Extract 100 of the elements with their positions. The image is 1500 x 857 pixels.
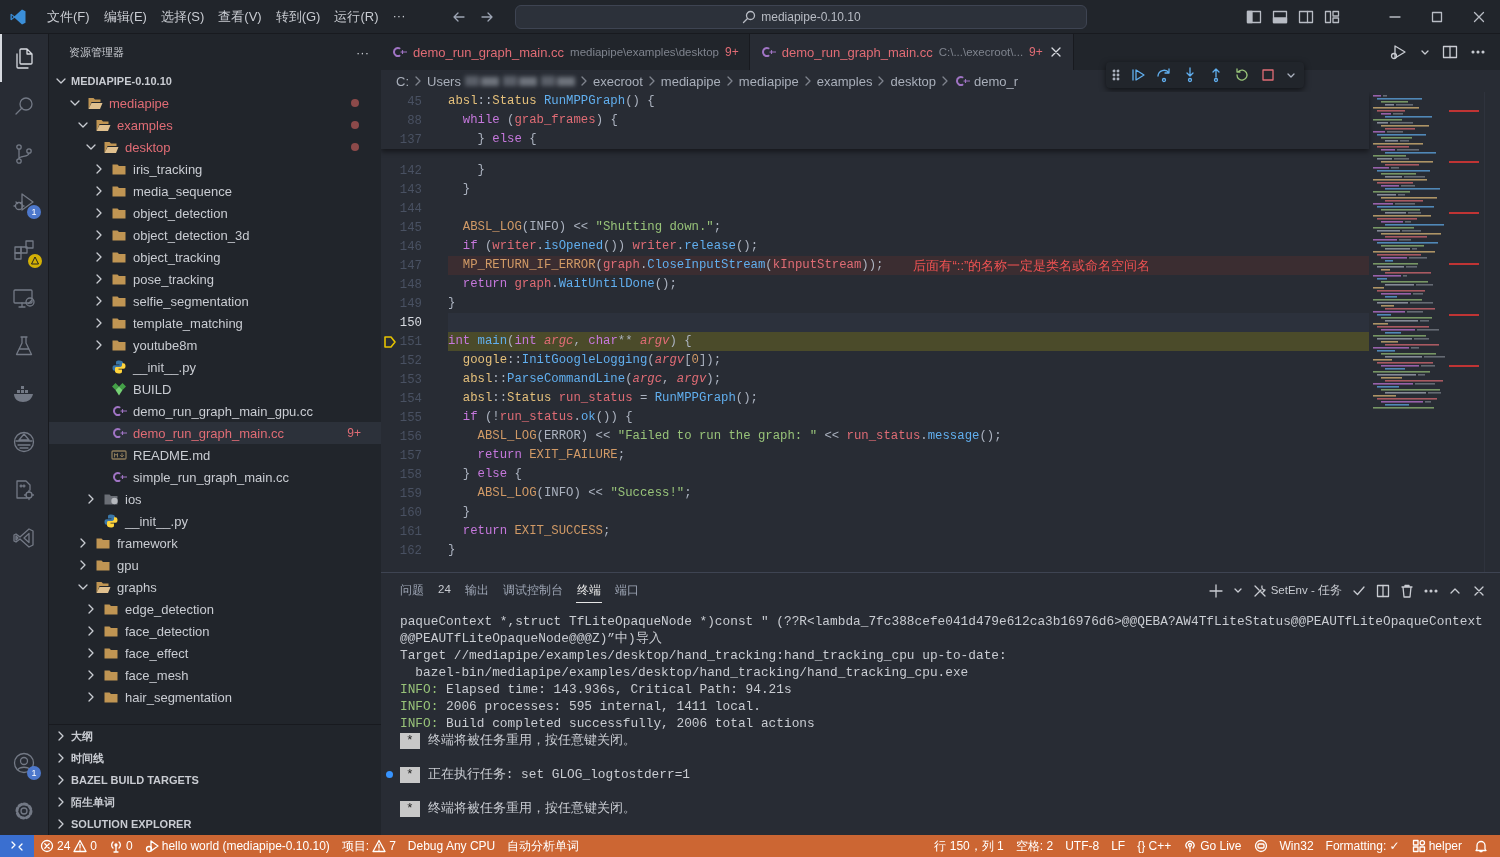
folder-item[interactable]: examples (49, 114, 381, 136)
folder-item[interactable]: ios (49, 488, 381, 510)
status-item[interactable]: LF (1105, 835, 1132, 857)
section-header[interactable]: BAZEL BUILD TARGETS (49, 769, 381, 791)
cpp-file-icon (111, 469, 127, 485)
folder-item[interactable]: object_detection_3d (49, 224, 381, 246)
project-status[interactable]: 项目: 7 (335, 835, 402, 857)
breadcrumb-item[interactable]: mediapipe (738, 73, 799, 89)
run-debug-icon[interactable] (1390, 44, 1408, 60)
terminal-line: 终端将被任务重用，按任意键关闭。 (427, 800, 636, 817)
menu-item[interactable]: 转到(G) (269, 3, 327, 30)
cpp-file-icon (111, 425, 127, 441)
folder-item[interactable]: face_effect (49, 642, 381, 664)
account-status[interactable]: helper (1405, 835, 1468, 857)
split-layout-icon[interactable] (1298, 8, 1314, 25)
folder-item[interactable]: template_matching (49, 312, 381, 334)
split-terminal-icon[interactable] (1376, 583, 1390, 598)
more-actions-button[interactable]: ··· (356, 44, 369, 60)
file-item[interactable]: demo_run_graph_main.cc 9+ (49, 422, 381, 444)
section-header[interactable]: 时间线 (49, 747, 381, 769)
editor-tab[interactable]: demo_run_graph_main.cc C:\...\execroot\... 9+ (749, 34, 1074, 70)
problems-status[interactable]: 24 0 (34, 835, 104, 857)
terminal-line: INFO: Build completed successfully, 2006 total actions (400, 715, 815, 732)
debug-launch-status[interactable]: hello world (mediapipe-0.10.10) (138, 835, 336, 857)
section-header[interactable]: SOLUTION EXPLORER (49, 813, 381, 835)
command-search-field[interactable]: mediapipe-0.10.10 (515, 4, 1088, 29)
folder-item[interactable]: face_mesh (49, 664, 381, 686)
terminal-selector[interactable]: SetEnv - 任务 (1252, 583, 1342, 598)
menu-item[interactable]: ··· (386, 3, 412, 30)
folder-item[interactable]: gpu (49, 554, 381, 576)
step-over-icon[interactable] (1156, 67, 1172, 83)
status-item[interactable]: 空格: 2 (1009, 835, 1060, 857)
folder-item[interactable]: object_detection (49, 202, 381, 224)
folder-item[interactable]: face_detection (49, 620, 381, 642)
breadcrumb-item[interactable]: C: (396, 73, 409, 89)
file-item[interactable]: demo_run_graph_main_gpu.cc (49, 400, 381, 422)
go-live-status[interactable]: Go Live (1177, 835, 1248, 857)
panel-tab[interactable]: 终端 (575, 578, 602, 603)
status-item[interactable]: 自动分析单词 (501, 835, 586, 857)
code-line: } (461, 181, 471, 198)
folder-item[interactable]: selfie_segmentation (49, 290, 381, 312)
stop-icon[interactable] (1260, 67, 1276, 83)
menu-item[interactable]: 查看(V) (212, 3, 268, 30)
layout-grid-icon[interactable] (1324, 8, 1340, 25)
breadcrumb-item[interactable]: examples (816, 73, 873, 89)
panel-tab[interactable]: 端口 (613, 578, 640, 603)
menu-item[interactable]: 文件(F) (41, 3, 96, 30)
folder-item[interactable]: edge_detection (49, 598, 381, 620)
panel-tab[interactable]: 问题 24 (399, 578, 452, 603)
folder-item[interactable]: graphs (49, 576, 381, 598)
close-icon[interactable] (1473, 10, 1485, 23)
status-item[interactable]: {} C++ (1131, 835, 1178, 857)
menu-item[interactable]: 选择(S) (154, 3, 211, 30)
maximize-icon[interactable] (1431, 10, 1443, 23)
folder-item[interactable]: object_tracking (49, 246, 381, 268)
continue-icon[interactable] (1130, 67, 1146, 83)
file-item[interactable]: __init__.py (49, 510, 381, 532)
breadcrumb-item[interactable]: mediapipe (660, 73, 721, 89)
sidebar-toggle-icon[interactable] (1246, 8, 1262, 25)
file-item[interactable]: BUILD (49, 378, 381, 400)
ports-status[interactable]: 0 (103, 835, 139, 857)
panel-tab[interactable]: 调试控制台 (501, 578, 564, 603)
workspace-header[interactable]: MEDIAPIPE-0.10.10 (49, 70, 381, 92)
section-header[interactable]: 陌生单词 (49, 791, 381, 813)
file-item[interactable]: simple_run_graph_main.cc (49, 466, 381, 488)
folder-item[interactable]: desktop (49, 136, 381, 158)
breadcrumb-item[interactable]: demo_r (974, 73, 1019, 89)
blurred-block (540, 74, 575, 88)
restart-icon[interactable] (1234, 67, 1250, 83)
plus-icon[interactable] (1208, 583, 1223, 598)
activity-button[interactable]: 1 (0, 178, 48, 226)
activity-button[interactable]: 1 (0, 739, 48, 787)
cpp-file-icon (391, 44, 407, 60)
folder-item[interactable]: iris_tracking (49, 158, 381, 180)
folder-item[interactable]: mediapipe (49, 92, 381, 114)
split-editor-icon[interactable] (1442, 44, 1458, 60)
folder-item[interactable]: media_sequence (49, 180, 381, 202)
count-badge: 1 (27, 766, 41, 780)
menu-item[interactable]: 运行(R) (328, 3, 385, 30)
status-item[interactable]: UTF-8 (1059, 835, 1106, 857)
grid-person-icon (1411, 839, 1426, 853)
breadcrumb-item[interactable]: execroot (592, 73, 643, 89)
status-item[interactable]: Debug Any CPU (401, 835, 502, 857)
status-item[interactable]: Formatting: ✓ (1319, 835, 1406, 857)
menu-item[interactable]: 编辑(E) (97, 3, 153, 30)
panel-tab[interactable]: 输出 (463, 578, 490, 603)
section-header[interactable]: 大纲 (49, 725, 381, 747)
status-item[interactable]: 行 150，列 1 (928, 835, 1010, 857)
status-item[interactable]: Win32 (1273, 835, 1320, 857)
folder-item[interactable]: youtube8m (49, 334, 381, 356)
file-item[interactable]: __init__.py (49, 356, 381, 378)
folder-item[interactable]: framework (49, 532, 381, 554)
file-item[interactable]: README.md (49, 444, 381, 466)
trash-icon[interactable] (1400, 583, 1414, 598)
folder-item[interactable]: pose_tracking (49, 268, 381, 290)
terminal-line: @@PEAUTfLiteOpaqueNode@@@Z)”中)导入 (400, 630, 662, 647)
breadcrumb-item[interactable]: Users (427, 73, 461, 89)
breadcrumb-item[interactable]: desktop (890, 73, 936, 89)
folder-item[interactable]: hair_segmentation (49, 686, 381, 708)
panel-toggle-icon[interactable] (1272, 8, 1288, 25)
